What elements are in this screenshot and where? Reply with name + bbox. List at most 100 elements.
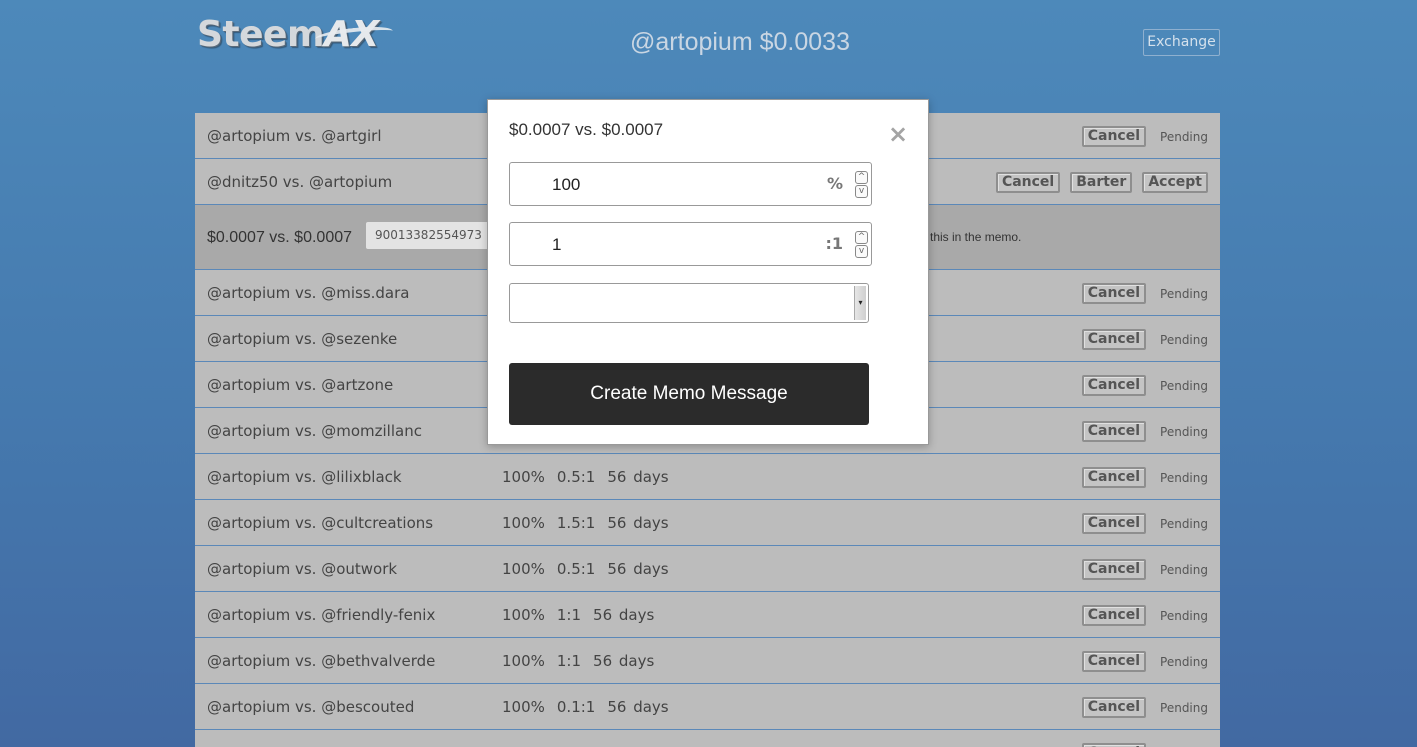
row-name: @artopium vs. @sezenke — [207, 330, 398, 348]
row-name: @artopium vs. @miss.dara — [207, 284, 410, 302]
row-duration: 56 days — [593, 606, 655, 624]
cancel-button[interactable]: Cancel — [1081, 467, 1147, 488]
percent-stepper[interactable]: ^ v — [855, 171, 869, 199]
status-label: Pending — [1160, 608, 1208, 623]
table-row[interactable]: CancelPending — [195, 730, 1220, 747]
row-percent: 100% — [502, 514, 545, 532]
row-details: 100% 1.5:1 56 days — [502, 514, 681, 532]
ratio-value: 1 — [552, 235, 562, 254]
row-name: @dnitz50 vs. @artopium — [207, 173, 393, 191]
status-label: Pending — [1160, 516, 1208, 531]
row-ratio: 0.5:1 — [556, 468, 596, 486]
cancel-button[interactable]: Cancel — [1081, 126, 1147, 147]
memo-code-field[interactable]: 90013382554973 — [366, 222, 506, 249]
row-details: 100% 0.5:1 56 days — [502, 560, 681, 578]
row-name: @artopium vs. @friendly-fenix — [207, 606, 436, 624]
row-name: @artopium vs. @momzillanc — [207, 422, 422, 440]
row-duration: 56 days — [607, 698, 669, 716]
cancel-button[interactable]: Cancel — [1081, 375, 1147, 396]
cancel-button[interactable]: Cancel — [1081, 513, 1147, 534]
row-duration: 56 days — [607, 468, 669, 486]
barter-button[interactable]: Barter — [1070, 172, 1133, 193]
row-percent: 100% — [502, 560, 545, 578]
status-label: Pending — [1160, 332, 1208, 347]
row-ratio: 1:1 — [556, 652, 582, 670]
exchange-button[interactable]: Exchange — [1143, 29, 1220, 56]
row-actions: CancelPending — [1081, 743, 1208, 747]
row-duration: 56 days — [607, 560, 669, 578]
percent-input[interactable]: 100 % ^ v — [509, 162, 872, 206]
row-actions: Cancel Pending — [1081, 421, 1208, 442]
chevron-down-icon[interactable]: v — [855, 245, 868, 258]
row-actions: Cancel Pending — [1081, 467, 1208, 488]
row-name: @artopium vs. @artzone — [207, 376, 394, 394]
status-label: Pending — [1160, 654, 1208, 669]
memo-modal: $0.0007 vs. $0.0007 × 100 % ^ v 1 :1 ^ v… — [487, 99, 929, 445]
cancel-button[interactable]: Cancel — [1081, 605, 1147, 626]
status-label: Pending — [1160, 286, 1208, 301]
row-percent: 100% — [502, 468, 545, 486]
close-icon[interactable]: × — [888, 122, 908, 146]
row-name: @artopium vs. @artgirl — [207, 127, 382, 145]
chevron-down-icon[interactable]: v — [855, 185, 868, 198]
status-label: Pending — [1160, 129, 1208, 144]
row-ratio: 0.5:1 — [556, 560, 596, 578]
cancel-button[interactable]: Cancel — [1081, 421, 1147, 442]
page-title: @artopium $0.0033 — [630, 28, 850, 56]
cancel-button[interactable]: Cancel — [1081, 283, 1147, 304]
row-percent: 100% — [502, 698, 545, 716]
logo-text: Steem — [197, 14, 324, 55]
table-row[interactable]: @artopium vs. @outwork 100% 0.5:1 56 days Ca… — [195, 546, 1220, 592]
chevron-up-icon[interactable]: ^ — [855, 231, 868, 244]
row-duration: 56 days — [607, 514, 669, 532]
row-actions: Cancel Barter Accept — [995, 172, 1208, 193]
status-label: Pending — [1160, 700, 1208, 715]
memo-hint: this in the memo. — [930, 230, 1022, 244]
row-name: @artopium vs. @cultcreations — [207, 514, 434, 532]
dropdown-arrow-icon[interactable]: ▾ — [854, 286, 866, 320]
row-percent: 100% — [502, 652, 545, 670]
row-actions: Cancel Pending — [1081, 605, 1208, 626]
ratio-suffix: :1 — [825, 234, 843, 253]
ratio-input[interactable]: 1 :1 ^ v — [509, 222, 872, 266]
cancel-button[interactable]: Cancel — [1081, 559, 1147, 580]
accept-button[interactable]: Accept — [1142, 172, 1208, 193]
cancel-button[interactable]: Cancel — [1081, 743, 1147, 747]
row-details: 100% 0.1:1 56 days — [502, 698, 681, 716]
status-label: Pending — [1160, 424, 1208, 439]
modal-title: $0.0007 vs. $0.0007 — [509, 120, 664, 139]
row-actions: Cancel Pending — [1081, 651, 1208, 672]
steemax-logo[interactable]: SteemAX — [197, 14, 397, 64]
row-ratio: 0.1:1 — [556, 698, 596, 716]
row-name: @artopium vs. @bescouted — [207, 698, 415, 716]
create-memo-button[interactable]: Create Memo Message — [509, 363, 869, 425]
chevron-up-icon[interactable]: ^ — [855, 171, 868, 184]
row-actions: Cancel Pending — [1081, 513, 1208, 534]
row-details: 100% 1:1 56 days — [502, 652, 666, 670]
cancel-button[interactable]: Cancel — [995, 172, 1061, 193]
table-row[interactable]: @artopium vs. @cultcreations 100% 1.5:1 56 … — [195, 500, 1220, 546]
row-actions: Cancel Pending — [1081, 559, 1208, 580]
row-name: @artopium vs. @bethvalverde — [207, 652, 436, 670]
duration-select[interactable]: ▾ — [509, 283, 869, 323]
table-row[interactable]: @artopium vs. @friendly-fenix 100% 1:1 56 d… — [195, 592, 1220, 638]
ratio-stepper[interactable]: ^ v — [855, 231, 869, 259]
cancel-button[interactable]: Cancel — [1081, 697, 1147, 718]
cancel-button[interactable]: Cancel — [1081, 651, 1147, 672]
row-actions: Cancel Pending — [1081, 375, 1208, 396]
status-label: Pending — [1160, 562, 1208, 577]
row-actions: Cancel Pending — [1081, 697, 1208, 718]
status-label: Pending — [1160, 378, 1208, 393]
table-row[interactable]: @artopium vs. @bethvalverde 100% 1:1 56 day… — [195, 638, 1220, 684]
table-row[interactable]: @artopium vs. @lilixblack 100% 0.5:1 56 day… — [195, 454, 1220, 500]
row-name: @artopium vs. @outwork — [207, 560, 398, 578]
percent-value: 100 — [552, 175, 581, 194]
table-row[interactable]: @artopium vs. @bescouted 100% 0.1:1 56 days… — [195, 684, 1220, 730]
status-label: Pending — [1160, 470, 1208, 485]
row-name: $0.0007 vs. $0.0007 — [207, 229, 353, 246]
row-ratio: 1:1 — [556, 606, 582, 624]
row-details: 100% 1:1 56 days — [502, 606, 666, 624]
cancel-button[interactable]: Cancel — [1081, 329, 1147, 350]
percent-suffix: % — [826, 174, 843, 193]
row-actions: Cancel Pending — [1081, 283, 1208, 304]
